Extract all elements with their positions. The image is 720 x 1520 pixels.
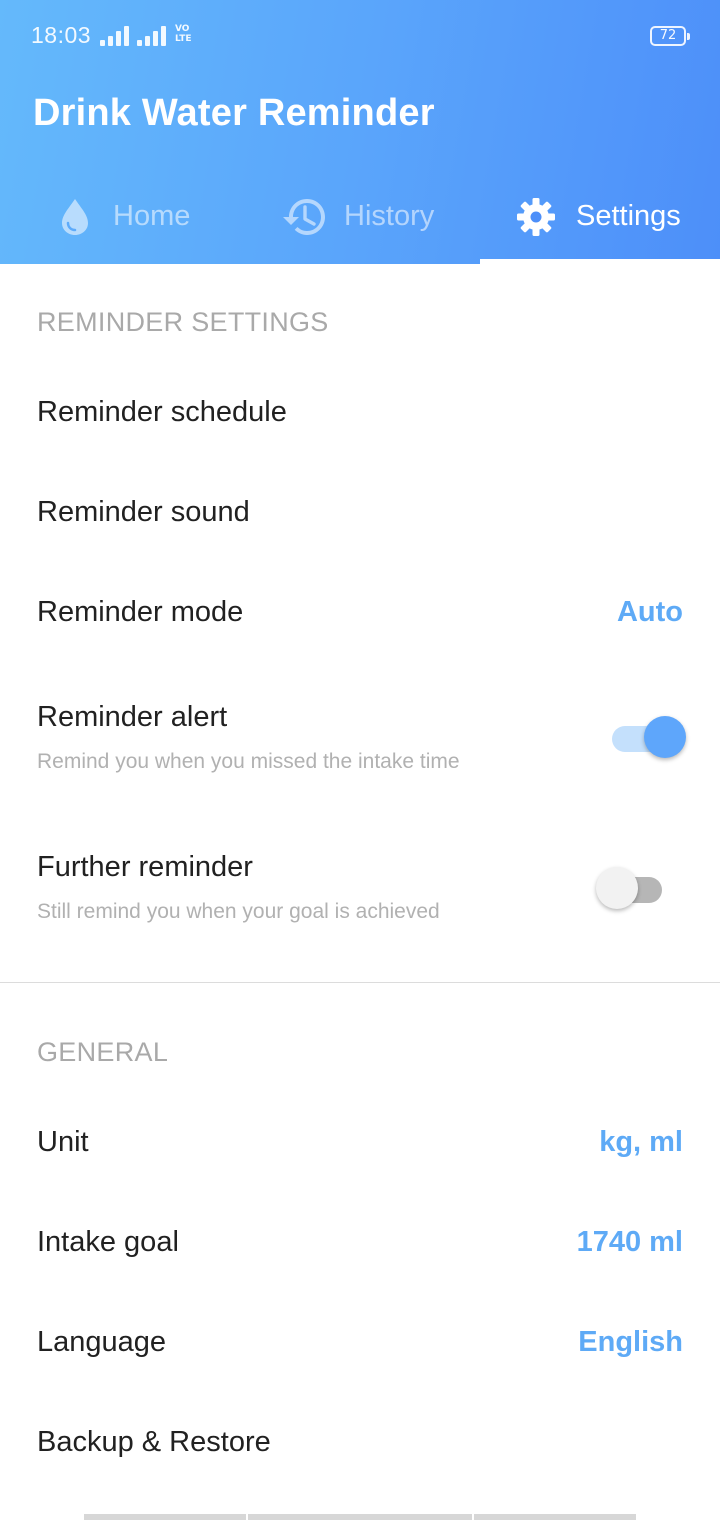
language-row[interactable]: Language English: [0, 1294, 720, 1394]
intake-goal-title: Intake goal: [37, 1226, 179, 1258]
water-drop-icon: [55, 196, 95, 236]
section-header-general: GENERAL: [37, 1037, 169, 1067]
intake-goal-row[interactable]: Intake goal 1740 ml: [0, 1194, 720, 1294]
app-header: 18:03 VO LTE 72 Drink Water Reminder Hom…: [0, 0, 720, 264]
volte-icon: VO LTE: [175, 24, 205, 48]
reminder-alert-toggle[interactable]: [608, 715, 686, 759]
unit-title: Unit: [37, 1126, 89, 1158]
reminder-schedule-title: Reminder schedule: [37, 396, 287, 428]
toggle-thumb: [596, 867, 638, 909]
tab-bar: Home History Settings: [0, 176, 720, 264]
gear-icon: [516, 197, 556, 237]
status-time: 18:03: [31, 22, 92, 48]
reminder-alert-subtitle: Remind you when you missed the intake ti…: [37, 750, 460, 773]
status-bar: 18:03 VO LTE 72: [0, 0, 720, 72]
reminder-alert-row[interactable]: Reminder alert Remind you when you misse…: [0, 664, 720, 814]
tab-history[interactable]: History: [240, 176, 480, 264]
backup-restore-row[interactable]: Backup & Restore: [0, 1394, 720, 1494]
volte-line2: LTE: [175, 34, 192, 44]
reminder-sound-row[interactable]: Reminder sound: [0, 464, 720, 564]
reminder-mode-value: Auto: [616, 596, 683, 628]
reminder-mode-row[interactable]: Reminder mode Auto: [0, 564, 720, 664]
section-divider: [0, 982, 720, 983]
bottom-edge-segment: [474, 1514, 636, 1520]
further-reminder-row[interactable]: Further reminder Still remind you when y…: [0, 814, 720, 964]
reminder-schedule-row[interactable]: Reminder schedule: [0, 364, 720, 464]
language-value: English: [578, 1326, 683, 1358]
unit-row[interactable]: Unit kg, ml: [0, 1094, 720, 1194]
tab-home[interactable]: Home: [0, 176, 240, 264]
battery-icon: 72: [650, 26, 690, 46]
further-reminder-subtitle: Still remind you when your goal is achie…: [37, 900, 440, 923]
bottom-edge-segment: [84, 1514, 246, 1520]
settings-list: REMINDER SETTINGS Reminder schedule Remi…: [0, 264, 720, 1520]
further-reminder-toggle[interactable]: [596, 866, 666, 910]
toggle-thumb: [644, 716, 686, 758]
intake-goal-value: 1740 ml: [576, 1226, 683, 1258]
reminder-alert-title: Reminder alert: [37, 701, 228, 733]
signal-strength-icon: [100, 24, 130, 46]
reminder-sound-title: Reminder sound: [37, 496, 250, 528]
section-header-reminder: REMINDER SETTINGS: [37, 307, 329, 337]
history-icon: [282, 194, 328, 240]
further-reminder-title: Further reminder: [37, 851, 253, 883]
language-title: Language: [37, 1326, 167, 1358]
signal-strength-icon-2: [137, 24, 167, 46]
tab-home-label: Home: [113, 200, 191, 232]
tab-settings[interactable]: Settings: [480, 176, 720, 264]
unit-value: kg, ml: [599, 1126, 683, 1158]
backup-restore-title: Backup & Restore: [37, 1426, 271, 1458]
bottom-edge-segment: [248, 1514, 472, 1520]
tab-settings-label: Settings: [576, 200, 681, 232]
app-title: Drink Water Reminder: [33, 92, 435, 134]
tab-history-label: History: [344, 200, 435, 232]
reminder-mode-title: Reminder mode: [37, 596, 244, 628]
volte-line1: VO: [175, 24, 190, 34]
